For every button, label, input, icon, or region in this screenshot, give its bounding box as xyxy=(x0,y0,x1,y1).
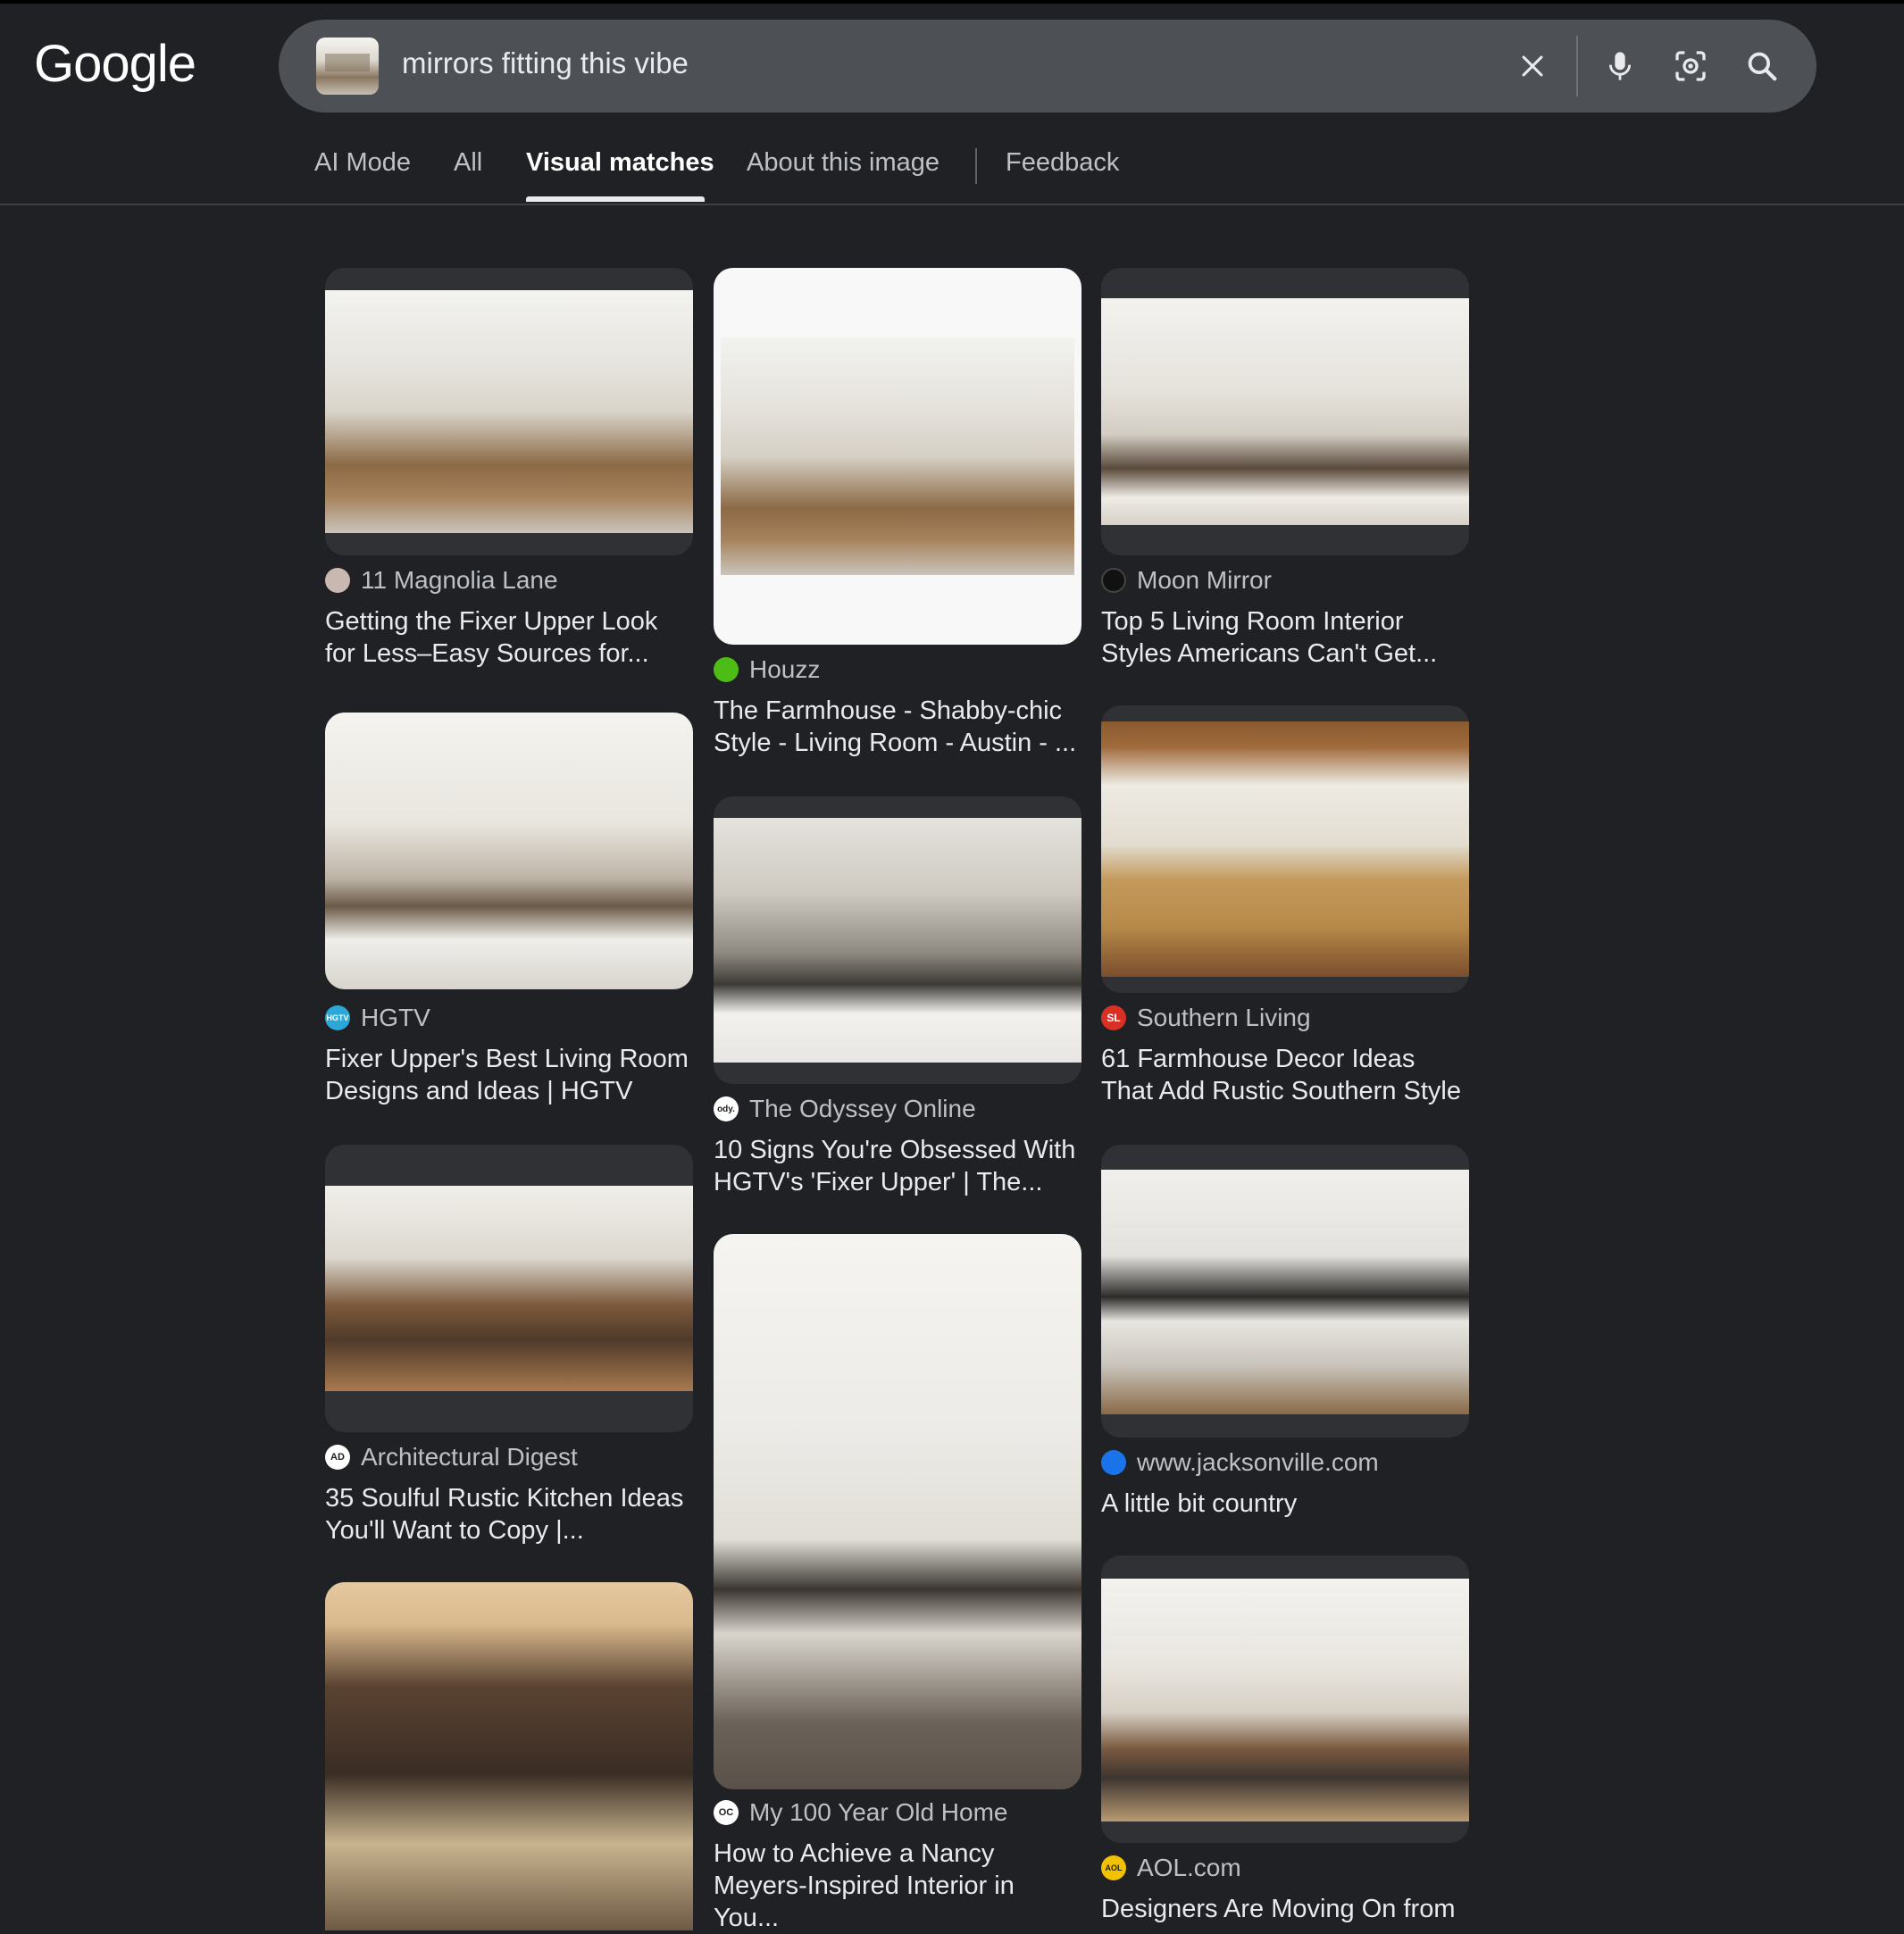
result-image-frame[interactable] xyxy=(325,1582,693,1930)
result-image[interactable] xyxy=(325,1582,693,1930)
query-image-thumbnail[interactable] xyxy=(316,38,379,95)
result-source[interactable]: www.jacksonville.com xyxy=(1101,1448,1379,1477)
result-title[interactable]: 35 Soulful Rustic Kitchen Ideas You'll W… xyxy=(325,1482,693,1546)
result-image-frame[interactable] xyxy=(1101,268,1469,555)
result-source[interactable]: AD Architectural Digest xyxy=(325,1443,578,1471)
close-icon[interactable] xyxy=(1509,43,1556,89)
search-input[interactable]: mirrors fitting this vibe xyxy=(402,46,689,80)
result-image[interactable] xyxy=(1101,1170,1469,1414)
result-source[interactable]: Moon Mirror xyxy=(1101,566,1272,595)
houzz-favicon-icon xyxy=(714,657,739,682)
result-title[interactable]: Fixer Upper's Best Living Room Designs a… xyxy=(325,1043,693,1107)
result-image-frame[interactable] xyxy=(1101,705,1469,993)
result-title[interactable]: Top 5 Living Room Interior Styles Americ… xyxy=(1101,605,1469,670)
active-tab-indicator xyxy=(526,196,705,202)
tab-about-this-image[interactable]: About this image xyxy=(747,148,939,178)
source-name: Southern Living xyxy=(1137,1004,1311,1031)
source-name: Moon Mirror xyxy=(1137,566,1272,594)
southern-living-favicon-icon: SL xyxy=(1101,1005,1126,1030)
search-bar-divider xyxy=(1576,36,1578,96)
source-favicon-icon xyxy=(325,568,350,593)
tab-ai-mode[interactable]: AI Mode xyxy=(314,148,411,178)
source-name: Houzz xyxy=(749,655,821,683)
tab-separator xyxy=(975,148,977,184)
moon-favicon-icon xyxy=(1101,568,1126,593)
result-title[interactable]: A little bit country xyxy=(1101,1488,1469,1520)
result-image[interactable] xyxy=(325,1186,693,1391)
result-image-frame[interactable] xyxy=(325,713,693,989)
result-image[interactable] xyxy=(325,290,693,533)
result-source[interactable]: 11 Magnolia Lane xyxy=(325,566,558,595)
result-image-frame[interactable] xyxy=(1101,1555,1469,1843)
result-image-frame[interactable] xyxy=(1101,1145,1469,1438)
microphone-icon[interactable] xyxy=(1597,43,1643,89)
source-name: Architectural Digest xyxy=(361,1443,578,1471)
odyssey-favicon-icon: ody. xyxy=(714,1096,739,1121)
result-image[interactable] xyxy=(325,713,693,989)
source-name: The Odyssey Online xyxy=(749,1095,976,1122)
result-source[interactable]: OC My 100 Year Old Home xyxy=(714,1798,1008,1827)
window-top-edge xyxy=(0,0,1904,4)
jacksonville-favicon-icon xyxy=(1101,1450,1126,1475)
result-image[interactable] xyxy=(714,1234,1081,1789)
result-source[interactable]: ody. The Odyssey Online xyxy=(714,1095,976,1123)
hgtv-favicon-icon: HGTV xyxy=(325,1005,350,1030)
source-name: www.jacksonville.com xyxy=(1137,1448,1379,1476)
result-source[interactable]: Houzz xyxy=(714,655,820,684)
result-image[interactable] xyxy=(1101,1579,1469,1821)
result-source[interactable]: HGTV HGTV xyxy=(325,1004,430,1032)
result-image[interactable] xyxy=(721,338,1074,575)
tabs-divider xyxy=(0,204,1904,205)
result-image-frame[interactable] xyxy=(714,796,1081,1084)
search-tabs: AI Mode All Visual matches About this im… xyxy=(0,145,1904,205)
aol-favicon-icon: AOL xyxy=(1101,1855,1126,1880)
result-title[interactable]: 61 Farmhouse Decor Ideas That Add Rustic… xyxy=(1101,1043,1469,1107)
tab-feedback[interactable]: Feedback xyxy=(1006,148,1119,178)
search-icon[interactable] xyxy=(1739,43,1785,89)
result-title[interactable]: Getting the Fixer Upper Look for Less–Ea… xyxy=(325,605,693,670)
source-name: HGTV xyxy=(361,1004,430,1031)
source-name: 11 Magnolia Lane xyxy=(361,566,558,594)
result-image[interactable] xyxy=(1101,721,1469,977)
result-source[interactable]: AOL AOL.com xyxy=(1101,1854,1241,1882)
search-bar[interactable]: mirrors fitting this vibe xyxy=(279,20,1816,113)
result-image-frame[interactable] xyxy=(325,268,693,555)
result-title[interactable]: How to Achieve a Nancy Meyers-Inspired I… xyxy=(714,1838,1081,1934)
result-image-frame[interactable] xyxy=(714,1234,1081,1789)
google-logo[interactable]: Google xyxy=(34,34,196,94)
source-name: My 100 Year Old Home xyxy=(749,1798,1008,1826)
result-title[interactable]: The Farmhouse - Shabby-chic Style - Livi… xyxy=(714,695,1081,759)
tab-all[interactable]: All xyxy=(454,148,482,178)
result-image-frame[interactable] xyxy=(714,268,1081,645)
lens-icon[interactable] xyxy=(1667,43,1714,89)
ad-favicon-icon: AD xyxy=(325,1445,350,1470)
result-image-frame[interactable] xyxy=(325,1145,693,1432)
result-title[interactable]: Designers Are Moving On from xyxy=(1101,1893,1469,1925)
tab-visual-matches[interactable]: Visual matches xyxy=(526,148,714,178)
my100yearoldhome-favicon-icon: OC xyxy=(714,1800,739,1825)
result-image[interactable] xyxy=(714,818,1081,1063)
result-title[interactable]: 10 Signs You're Obsessed With HGTV's 'Fi… xyxy=(714,1134,1081,1198)
result-image[interactable] xyxy=(1101,298,1469,525)
result-source[interactable]: SL Southern Living xyxy=(1101,1004,1311,1032)
source-name: AOL.com xyxy=(1137,1854,1241,1881)
